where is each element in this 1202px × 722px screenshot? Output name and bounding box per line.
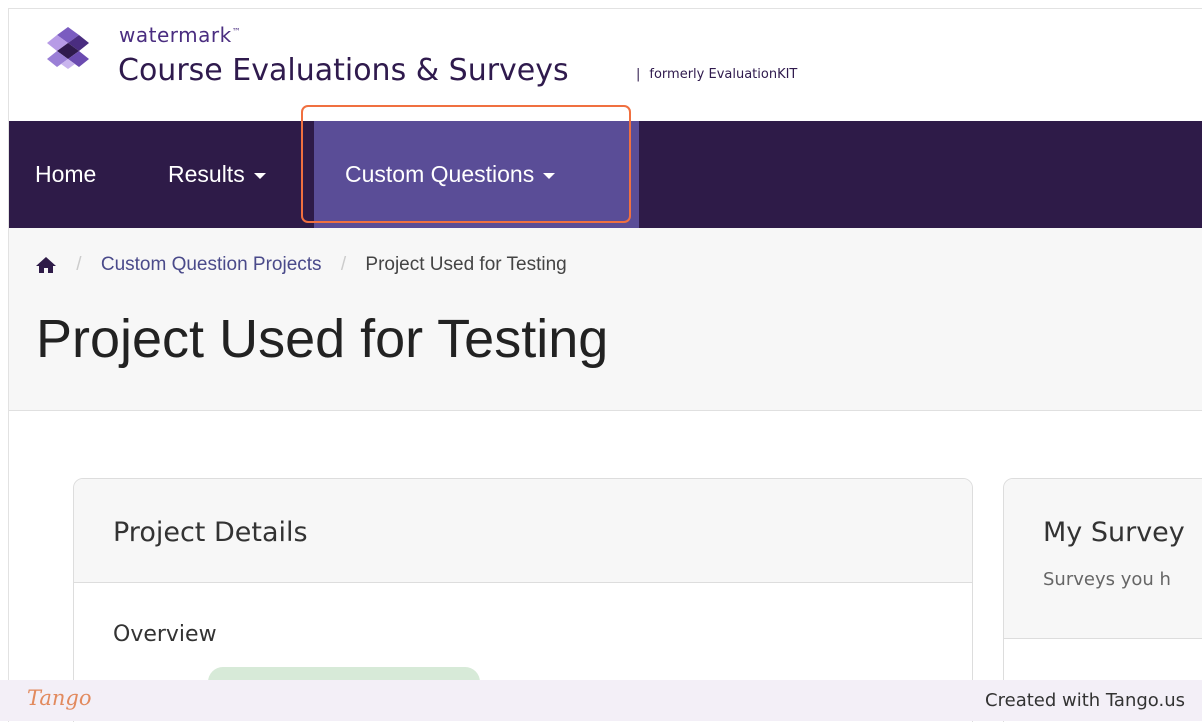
brand-subtitle: | formerly EvaluationKIT	[636, 67, 798, 82]
page-header: / Custom Question Projects / Project Use…	[9, 228, 1202, 411]
chevron-down-icon	[253, 172, 266, 179]
app-header: watermark™ Course Evaluations & Surveys …	[9, 9, 1202, 119]
tutorial-highlight-box	[301, 105, 631, 223]
brand-title: Course Evaluations & Surveys	[118, 53, 569, 88]
breadcrumb-custom-question-projects[interactable]: Custom Question Projects	[101, 254, 322, 275]
panel-subtitle: Surveys you h	[1043, 569, 1171, 590]
home-icon[interactable]	[35, 256, 57, 274]
overview-heading: Overview	[113, 622, 217, 647]
panel-header	[1004, 479, 1202, 639]
nav-results-dropdown[interactable]: Results	[168, 121, 266, 228]
watermark-logo-icon[interactable]	[45, 25, 91, 71]
breadcrumb-current: Project Used for Testing	[365, 254, 567, 275]
page-title: Project Used for Testing	[36, 309, 609, 369]
tango-credit: Created with Tango.us	[985, 690, 1185, 711]
panel-title-project-details: Project Details	[113, 517, 308, 548]
tango-logo: Tango	[27, 686, 92, 710]
nav-home[interactable]: Home	[35, 121, 96, 228]
brand-watermark: watermark™	[119, 23, 242, 47]
breadcrumb: / Custom Question Projects / Project Use…	[35, 254, 567, 276]
panel-title-my-surveys: My Survey	[1043, 517, 1185, 548]
